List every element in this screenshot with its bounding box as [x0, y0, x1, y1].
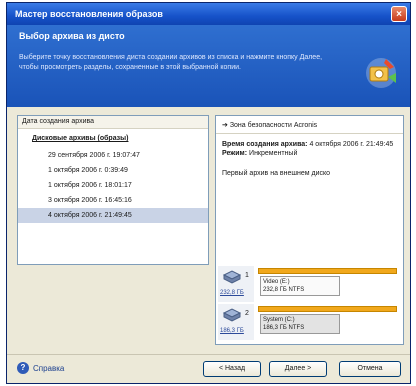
archive-note: Первый архив на внешнем диско — [222, 170, 331, 177]
archive-details: Время создания архива: 4 октября 2006 г.… — [216, 134, 403, 158]
created-value: 4 октября 2006 г. 21:49:45 — [309, 141, 394, 148]
help-icon: ? — [17, 362, 29, 374]
arrow-icon: ➔ — [222, 122, 230, 129]
wizard-footer: ? Справка < Назад Далее > Отмена — [7, 354, 410, 383]
partition-size: 186,3 ГБ NTFS — [263, 325, 305, 331]
partition-cell: System (C:) 186,3 ГБ NTFS — [254, 304, 401, 340]
archive-list: 29 сентября 2006 г. 19:07:47 1 октября 2… — [18, 148, 208, 223]
disk-cell: 2 186,3 ГБ — [218, 304, 254, 340]
cancel-button[interactable]: Отмена — [339, 361, 401, 377]
disk-number: 1 — [245, 272, 249, 279]
partition-cell: Video (E:) 232,8 ГБ NTFS — [254, 266, 401, 302]
partition-size: 232,8 ГБ NTFS — [263, 287, 305, 293]
partition-name: System (C:) — [263, 317, 295, 323]
next-button[interactable]: Далее > — [269, 361, 327, 377]
disk-size: 186,3 ГБ — [220, 328, 244, 334]
archive-details-panel: ➔ Зона безопасности Acronis Время создан… — [215, 115, 404, 345]
zone-title: ➔ Зона безопасности Acronis — [216, 116, 403, 134]
partition-usage-bar — [258, 306, 397, 312]
disk-row-1[interactable]: 1 232,8 ГБ Video (E:) 232,8 ГБ NTFS — [218, 266, 401, 302]
partition-name: Video (E:) — [263, 279, 290, 285]
help-link[interactable]: ? Справка — [17, 362, 64, 374]
archive-item[interactable]: 1 октября 2006 г. 0:39:49 — [18, 163, 208, 178]
disk-cell: 1 232,8 ГБ — [218, 266, 254, 302]
disk-row-2[interactable]: 2 186,3 ГБ System (C:) 186,3 ГБ NTFS — [218, 304, 401, 340]
disk-size: 232,8 ГБ — [220, 290, 244, 296]
header-title: Выбор архива из дисто — [19, 31, 125, 41]
restore-wizard-icon — [366, 58, 396, 88]
mode-value: Инкрементный — [249, 150, 298, 157]
title-bar[interactable]: Мастер восстановления образов × — [7, 3, 410, 25]
zone-title-text: Зона безопасности Acronis — [229, 122, 318, 129]
help-label: Справка — [33, 363, 65, 373]
archive-item-selected[interactable]: 4 октября 2006 г. 21:49:45 — [18, 208, 208, 223]
hard-disk-icon — [222, 308, 242, 322]
window-title: Мастер восстановления образов — [15, 9, 163, 19]
wizard-header: Выбор архива из дисто Выберите точку вос… — [7, 25, 410, 107]
back-button[interactable]: < Назад — [203, 361, 261, 377]
column-header-date[interactable]: Дата создания архива — [18, 116, 208, 129]
archive-item[interactable]: 3 октября 2006 г. 16:45:16 — [18, 193, 208, 208]
content-area: Дата создания архива Дисковые архивы (об… — [17, 115, 404, 350]
created-label: Время создания архива: — [222, 141, 308, 148]
mode-label: Режим: — [222, 150, 248, 157]
archive-group-title[interactable]: Дисковые архивы (образы) — [18, 129, 208, 142]
close-button[interactable]: × — [391, 6, 407, 22]
disk-number: 2 — [245, 310, 249, 317]
partition-usage-bar — [258, 268, 397, 274]
archive-item[interactable]: 1 октября 2006 г. 18:01:17 — [18, 178, 208, 193]
hard-disk-icon — [222, 270, 242, 284]
header-description: Выберите точку восстановления диста созд… — [19, 54, 323, 71]
partition-box-selected[interactable]: System (C:) 186,3 ГБ NTFS — [260, 314, 340, 334]
archive-list-panel: Дата создания архива Дисковые архивы (об… — [17, 115, 209, 265]
archive-item[interactable]: 29 сентября 2006 г. 19:07:47 — [18, 148, 208, 163]
wizard-window: Мастер восстановления образов × Выбор ар… — [6, 2, 411, 384]
partition-box[interactable]: Video (E:) 232,8 ГБ NTFS — [260, 276, 340, 296]
